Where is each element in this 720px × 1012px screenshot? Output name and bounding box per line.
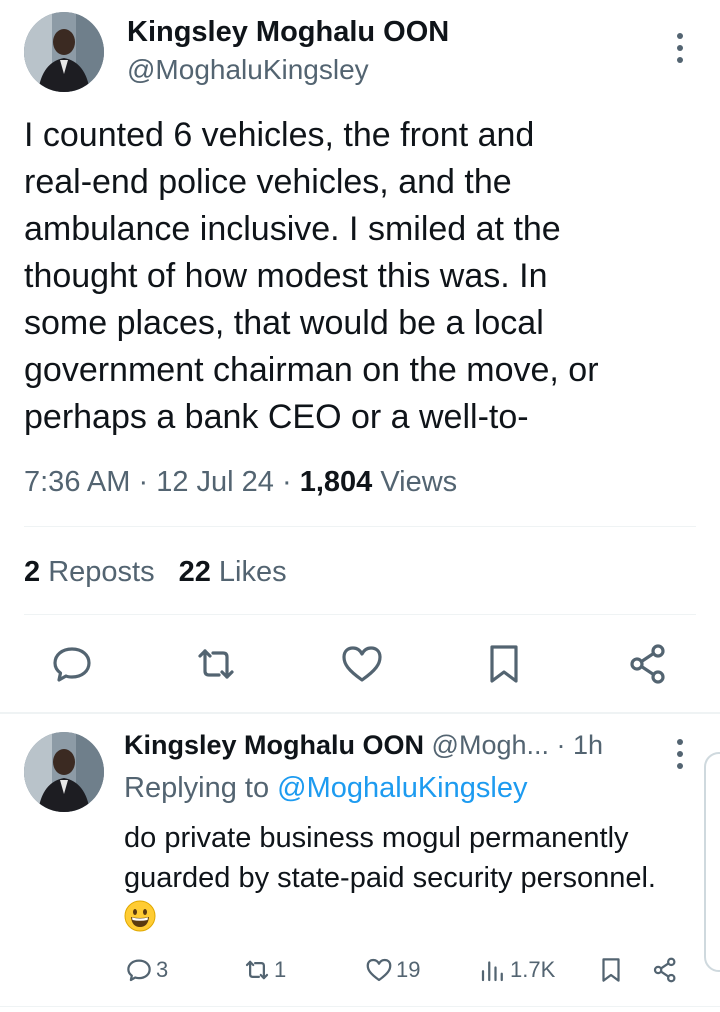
views-count: 1,804 — [299, 466, 373, 498]
reply-icon — [53, 647, 91, 682]
reply-repost-button[interactable]: 1 — [242, 952, 286, 988]
likes-count: 22 — [178, 556, 211, 588]
reposts-label: Reposts — [48, 556, 155, 588]
thread-divider — [0, 712, 720, 714]
grinning-face-emoji — [124, 900, 156, 932]
reply-time[interactable]: · 1h — [557, 730, 604, 760]
reply-views-count: 1.7K — [510, 957, 556, 982]
reposts-stat[interactable]: 2 Reposts — [24, 556, 155, 588]
engagement-stats: 2 Reposts 22 Likes — [24, 556, 287, 589]
divider — [24, 526, 696, 527]
like-icon — [342, 646, 382, 682]
views-icon — [481, 961, 503, 982]
author-handle[interactable]: @MoghaluKingsley — [127, 54, 369, 86]
repost-icon — [245, 960, 269, 980]
reposts-count: 2 — [24, 556, 41, 588]
reply-reposts-count: 1 — [274, 957, 287, 982]
share-icon — [653, 957, 676, 983]
reply-icon — [127, 959, 151, 982]
replying-to: Replying to @MoghaluKingsley — [124, 772, 527, 805]
reply-bookmark-button[interactable] — [596, 952, 628, 988]
views-label: Views — [380, 466, 458, 498]
meta-separator: · — [138, 466, 149, 498]
replying-prefix: Replying to — [124, 772, 270, 804]
reply-button[interactable] — [48, 640, 96, 688]
reply-more-options-icon[interactable] — [664, 734, 696, 774]
tweet-time[interactable]: 7:36 AM — [24, 466, 130, 498]
meta-separator: · — [281, 466, 292, 498]
bottom-divider — [0, 1006, 720, 1007]
replying-mention[interactable]: @MoghaluKingsley — [277, 772, 527, 804]
reply-like-button[interactable]: 19 — [364, 952, 420, 988]
reply-header: Kingsley Moghalu OON @Mogh... · 1h — [124, 730, 603, 761]
like-icon — [366, 958, 392, 982]
edge-scroll-handle[interactable] — [704, 752, 720, 972]
reply-views-button[interactable]: 1.7K — [478, 952, 555, 988]
tweet-meta: 7:36 AM · 12 Jul 24 · 1,804 Views — [24, 466, 457, 499]
divider — [24, 614, 696, 615]
more-options-icon[interactable] — [664, 28, 696, 68]
repost-icon — [198, 649, 234, 679]
share-button[interactable] — [624, 640, 672, 688]
reply-replies-count: 3 — [156, 957, 169, 982]
reply-author-handle[interactable]: @Mogh... — [432, 730, 549, 760]
bookmark-button[interactable] — [480, 640, 528, 688]
reply-reply-button[interactable]: 3 — [124, 952, 168, 988]
reply-likes-count: 19 — [396, 957, 421, 982]
tweet-text: I counted 6 vehicles, the front and real… — [24, 116, 599, 436]
bookmark-icon — [490, 645, 518, 683]
author-avatar[interactable] — [24, 12, 104, 92]
bookmark-icon — [602, 958, 620, 982]
reply-share-button[interactable] — [650, 952, 682, 988]
reply-text-block: do private business mogul permanently gu… — [124, 818, 684, 938]
share-icon — [630, 644, 665, 684]
repost-button[interactable] — [192, 640, 240, 688]
like-button[interactable] — [338, 640, 386, 688]
likes-stat[interactable]: 22 Likes — [179, 556, 287, 588]
reply-author-avatar[interactable] — [24, 732, 104, 812]
author-name[interactable]: Kingsley Moghalu OON — [127, 16, 449, 49]
reply-text: do private business mogul permanently gu… — [124, 822, 656, 894]
reply-author-name[interactable]: Kingsley Moghalu OON — [124, 730, 424, 760]
likes-label: Likes — [218, 556, 287, 588]
tweet-date[interactable]: 12 Jul 24 — [156, 466, 274, 498]
